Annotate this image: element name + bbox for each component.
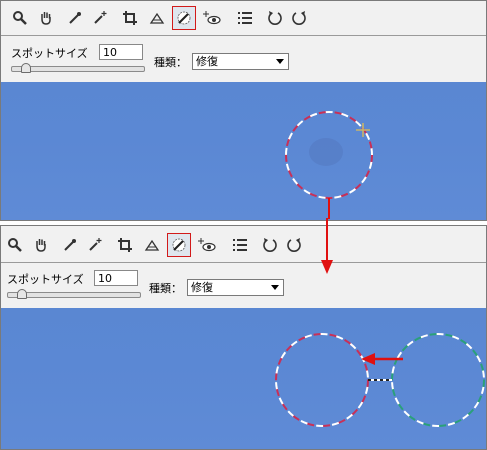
arrow-left-icon [361,353,375,365]
preview-overlay [275,333,485,427]
spot-size-field[interactable]: 10 [99,44,143,60]
type-select-value: 修復 [191,281,213,294]
crop-icon [123,11,137,25]
zoom-icon [13,11,27,25]
hand-icon [41,12,51,25]
hand-tool[interactable] [35,7,57,29]
type-select-value: 修復 [196,55,218,68]
spot-size-slider[interactable] [11,66,145,72]
color-sampler-tool[interactable] [89,7,111,29]
color-sampler-icon [94,11,107,24]
straighten-icon [149,12,165,24]
red-eye-icon [203,11,221,25]
panel-before: スポットサイズ 10 種類： 修復 [0,0,487,221]
rotate-right-tool[interactable] [288,7,310,29]
list-tool[interactable] [234,7,256,29]
rotate-left-tool[interactable] [264,7,286,29]
rotate-right-icon [292,11,306,25]
spot-size-slider[interactable] [7,292,141,298]
type-label: 種類： [154,56,187,69]
photo-preview[interactable] [1,308,486,449]
type-label: 種類： [149,282,182,295]
type-select[interactable]: 修復 [187,279,284,296]
list-icon [238,12,252,24]
arrow-down-icon [321,260,333,274]
rotate-left-icon [268,11,282,25]
spot-size-slider-thumb[interactable] [17,289,27,299]
spot-size-label: スポットサイズ [11,47,88,60]
eyedropper-icon [69,12,81,24]
dust-spot [309,138,343,166]
zoom-tool[interactable] [9,7,31,29]
photo-preview[interactable] [1,82,486,220]
red-eye-tool[interactable] [200,7,222,29]
spot-size-slider-thumb[interactable] [21,63,31,73]
preview-overlay [285,111,373,219]
type-select[interactable]: 修復 [192,53,289,70]
spot-removal-tool[interactable] [172,6,196,30]
chevron-down-icon [271,285,279,290]
options-bar: スポットサイズ 10 種類： 修復 [1,35,486,83]
transition-arrow [321,218,333,274]
eyedropper-tool[interactable] [64,7,86,29]
toolbar [1,1,486,35]
spot-removal-icon [177,11,191,25]
chevron-down-icon [276,59,284,64]
straighten-tool[interactable] [146,7,168,29]
crop-tool[interactable] [119,7,141,29]
